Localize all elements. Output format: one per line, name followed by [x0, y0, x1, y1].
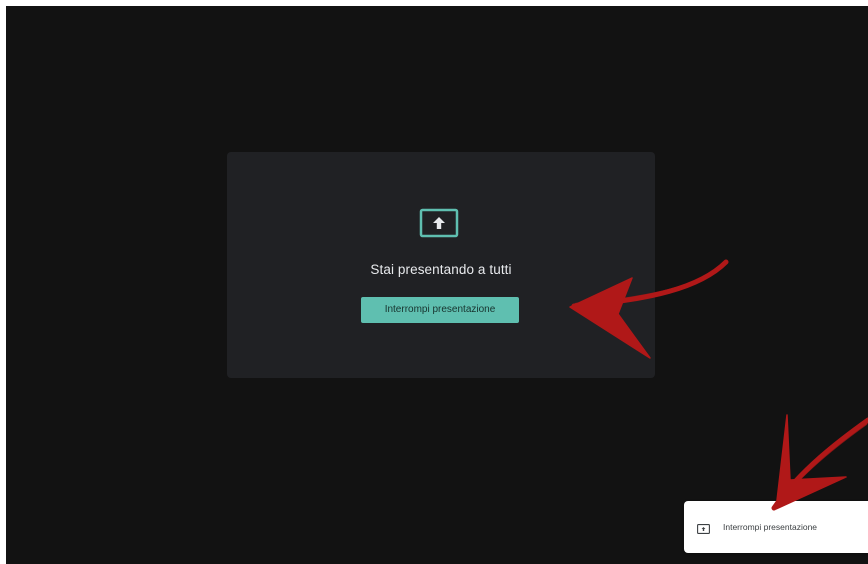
present-to-all-icon: [419, 208, 459, 238]
stop-presenting-button[interactable]: Interrompi presentazione: [361, 297, 519, 323]
presenting-title: Stai presentando a tutti: [370, 262, 512, 277]
notification-stop-label[interactable]: Interrompi presentazione: [723, 522, 817, 532]
present-screen-icon: [697, 524, 710, 534]
